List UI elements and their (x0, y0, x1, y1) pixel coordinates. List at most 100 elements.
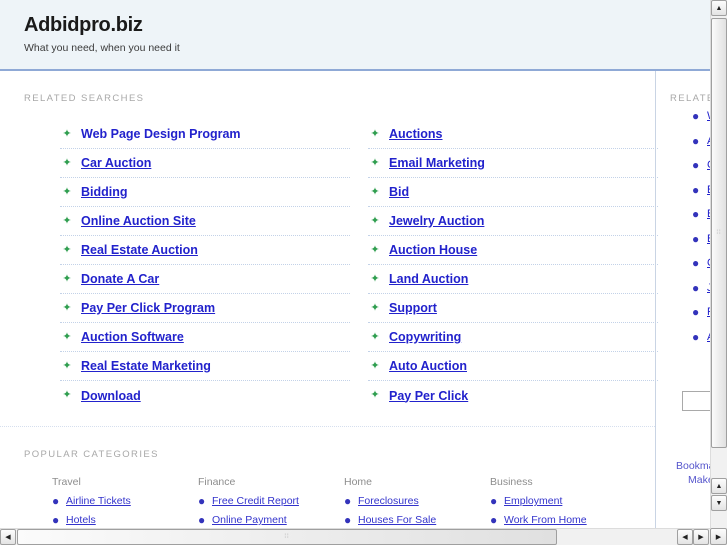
category-title: Finance (198, 476, 236, 488)
scroll-left-button-2[interactable]: ◀ (677, 529, 693, 545)
related-search-item[interactable]: ✦ Download (60, 381, 350, 410)
related-search-link[interactable]: Download (81, 389, 141, 403)
related-search-link[interactable]: Real Estate Auction (81, 243, 198, 257)
related-search-link[interactable]: Bid (389, 185, 409, 199)
bookmark-link[interactable]: Bookmark this page (676, 459, 710, 473)
related-search-item[interactable]: ✦ Auctions (368, 120, 658, 149)
category-link[interactable]: Houses For Sale (358, 514, 436, 526)
related-search-link[interactable]: Auction House (389, 243, 477, 257)
related-search-link[interactable]: Pay Per Click (389, 389, 468, 403)
related-search-item[interactable]: ✦ Bid (368, 178, 658, 207)
category-link[interactable]: Airline Tickets (66, 495, 131, 507)
related-search-link[interactable]: Auto Auction (389, 359, 467, 373)
related-search-item[interactable]: ✦ Copywriting (368, 323, 658, 352)
category-column: Travel●Airline Tickets●Hotels●Car Rental (52, 476, 198, 528)
dot-bullet-icon: ● (198, 494, 206, 508)
category-item[interactable]: ● Employment (490, 495, 636, 507)
rail-item[interactable]: ●Bidding (670, 202, 710, 227)
category-link[interactable]: Hotels (66, 514, 96, 526)
scroll-left-icon: ◀ (5, 534, 11, 541)
popular-categories-label: POPULAR CATEGORIES (24, 449, 159, 460)
horizontal-scrollbar[interactable]: ◀ ⁞⁞ ◀ ▶ (0, 528, 710, 545)
related-search-item[interactable]: ✦ Car Auction (60, 149, 350, 178)
scroll-right-button[interactable]: ▶ (693, 529, 709, 545)
related-search-item[interactable]: ✦ Auto Auction (368, 352, 658, 381)
category-column: Home●Foreclosures●Houses For Sale●Mortga… (344, 476, 490, 528)
scroll-down-button-2[interactable]: ▼ (711, 495, 727, 511)
related-search-link[interactable]: Online Auction Site (81, 214, 196, 228)
related-search-link[interactable]: Bidding (81, 185, 128, 199)
dot-bullet-icon: ● (52, 494, 60, 508)
related-search-item[interactable]: ✦ Online Auction Site (60, 207, 350, 236)
related-search-item[interactable]: ✦ Donate A Car (60, 265, 350, 294)
arrow-bullet-icon: ✦ (370, 243, 380, 256)
related-search-link[interactable]: Support (389, 301, 437, 315)
related-search-item[interactable]: ✦ Real Estate Auction (60, 236, 350, 265)
scroll-up-button[interactable]: ▲ (711, 0, 727, 16)
related-search-link[interactable]: Jewelry Auction (389, 214, 484, 228)
related-search-link[interactable]: Donate A Car (81, 272, 159, 286)
site-tagline: What you need, when you need it (24, 42, 180, 54)
rail-item[interactable]: ●Jewelry Auction (670, 276, 710, 301)
category-link[interactable]: Employment (504, 495, 562, 507)
related-search-item[interactable]: ✦ Bidding (60, 178, 350, 207)
vertical-scrollbar[interactable]: ▲ ⁞⁞ ▲ ▼ (710, 0, 727, 528)
category-item[interactable]: ● Airline Tickets (52, 495, 198, 507)
category-item[interactable]: ● Online Payment (198, 514, 344, 526)
related-search-item[interactable]: ✦ Support (368, 294, 658, 323)
related-search-link[interactable]: Real Estate Marketing (81, 359, 211, 373)
rail-footer-links: Bookmark this pageMake this my home page (670, 459, 710, 487)
related-search-item[interactable]: ✦ Pay Per Click (368, 381, 658, 410)
arrow-bullet-icon: ✦ (62, 243, 72, 256)
category-item[interactable]: ● Work From Home (490, 514, 636, 526)
arrow-bullet-icon: ✦ (62, 185, 72, 198)
category-link[interactable]: Work From Home (504, 514, 587, 526)
rail-item[interactable]: ●Car Auction (670, 153, 710, 178)
related-search-item[interactable]: ✦ Land Auction (368, 265, 658, 294)
rail-item[interactable]: ●Bid (670, 227, 710, 252)
dot-bullet-icon: ● (692, 305, 700, 320)
category-link[interactable]: Free Credit Report (212, 495, 299, 507)
category-link[interactable]: Online Payment (212, 514, 287, 526)
related-search-link[interactable]: Car Auction (81, 156, 151, 170)
arrow-bullet-icon: ✦ (370, 359, 380, 372)
related-search-link[interactable]: Pay Per Click Program (81, 301, 215, 315)
arrow-bullet-icon: ✦ (370, 389, 380, 401)
rail-item[interactable]: ●Email Marketing (670, 178, 710, 203)
related-search-link[interactable]: Auctions (389, 127, 442, 141)
horizontal-scroll-thumb[interactable]: ⁞⁞ (17, 529, 557, 545)
search-input[interactable] (682, 391, 710, 411)
scroll-right-button-outer[interactable]: ▶ (710, 528, 727, 545)
related-search-link[interactable]: Web Page Design Program (81, 127, 241, 141)
vertical-scroll-thumb[interactable]: ⁞⁞ (711, 18, 727, 448)
scroll-down-button[interactable]: ▲ (711, 478, 727, 494)
related-search-item[interactable]: ✦ Auction House (368, 236, 658, 265)
rail-item[interactable]: ●Auction House (670, 325, 710, 350)
rail-item[interactable]: ●Auctions (670, 129, 710, 154)
related-search-link[interactable]: Auction Software (81, 330, 184, 344)
related-search-item[interactable]: ✦ Real Estate Marketing (60, 352, 350, 381)
related-search-link[interactable]: Copywriting (389, 330, 461, 344)
category-link[interactable]: Foreclosures (358, 495, 419, 507)
rail-item[interactable]: ●Web Page Design Program (670, 104, 710, 129)
page-content: Adbidpro.biz What you need, when you nee… (0, 0, 710, 528)
related-rail: RELATED ●Web Page Design Program●Auction… (655, 71, 710, 528)
related-search-item[interactable]: ✦ Web Page Design Program (60, 120, 350, 149)
related-search-item[interactable]: ✦ Jewelry Auction (368, 207, 658, 236)
dot-bullet-icon: ● (692, 280, 700, 295)
related-search-item[interactable]: ✦ Auction Software (60, 323, 350, 352)
category-item[interactable]: ● Houses For Sale (344, 514, 490, 526)
rail-item[interactable]: ●Online Auction Site (670, 251, 710, 276)
related-search-link[interactable]: Email Marketing (389, 156, 485, 170)
related-search-link[interactable]: Land Auction (389, 272, 468, 286)
category-item[interactable]: ● Hotels (52, 514, 198, 526)
dot-bullet-icon: ● (344, 494, 352, 508)
scroll-left-button[interactable]: ◀ (0, 529, 16, 545)
dot-bullet-icon: ● (52, 513, 60, 527)
rail-item[interactable]: ●Real Estate Auction (670, 300, 710, 325)
category-item[interactable]: ● Foreclosures (344, 495, 490, 507)
set-homepage-link[interactable]: Make this my home page (676, 473, 710, 487)
related-search-item[interactable]: ✦ Pay Per Click Program (60, 294, 350, 323)
category-item[interactable]: ● Free Credit Report (198, 495, 344, 507)
related-search-item[interactable]: ✦ Email Marketing (368, 149, 658, 178)
